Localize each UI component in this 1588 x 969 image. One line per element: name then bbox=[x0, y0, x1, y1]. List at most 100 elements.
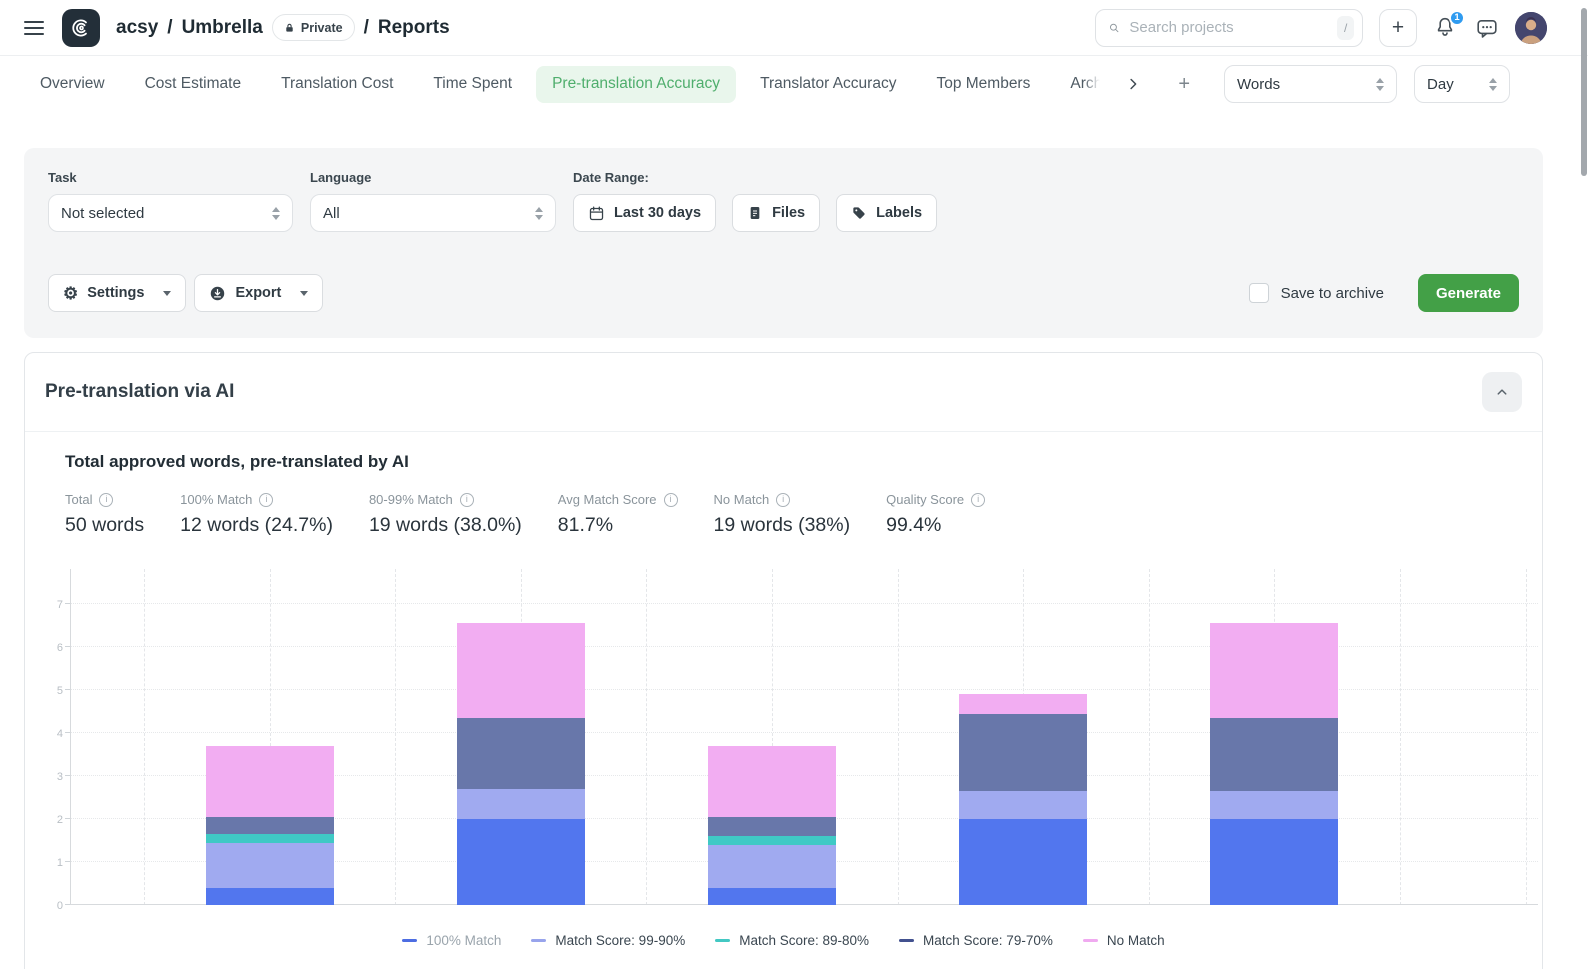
bar-segment-match-score-79-70% bbox=[457, 718, 585, 789]
save-to-archive-label: Save to archive bbox=[1281, 285, 1384, 302]
vertical-scrollbar-thumb[interactable] bbox=[1581, 8, 1587, 176]
tabs-list: Overview Cost Estimate Translation Cost Tim… bbox=[40, 66, 1100, 103]
labels-filter-button[interactable]: Labels bbox=[836, 194, 937, 232]
calendar-icon bbox=[588, 205, 605, 222]
privacy-badge: Private bbox=[272, 14, 355, 41]
bar-segment-match-score-79-70% bbox=[959, 714, 1087, 791]
settings-button[interactable]: ⚙ Settings bbox=[48, 274, 186, 312]
tab-cost-estimate[interactable]: Cost Estimate bbox=[145, 66, 241, 103]
download-icon bbox=[209, 285, 226, 302]
bar-segment-match-score-99-90% bbox=[708, 845, 836, 888]
tab-arch[interactable]: Arch bbox=[1070, 66, 1100, 103]
date-range-value: Last 30 days bbox=[614, 205, 701, 221]
legend-item-no-match[interactable]: No Match bbox=[1083, 933, 1165, 948]
collapse-section-button[interactable] bbox=[1482, 372, 1522, 412]
legend-label: No Match bbox=[1107, 933, 1165, 948]
search-shortcut-key: / bbox=[1337, 16, 1354, 40]
y-axis-tick-label: 5 bbox=[33, 685, 63, 697]
tab-time-spent[interactable]: Time Spent bbox=[433, 66, 512, 103]
feedback-button[interactable] bbox=[1475, 16, 1499, 40]
app-logo[interactable] bbox=[62, 9, 100, 47]
stat-value: 99.4% bbox=[886, 514, 985, 537]
generate-button[interactable]: Generate bbox=[1418, 274, 1519, 312]
date-range-button[interactable]: Last 30 days bbox=[573, 194, 716, 232]
legend-item-match-score-89-80%[interactable]: Match Score: 89-80% bbox=[715, 933, 869, 948]
bar-3[interactable] bbox=[708, 746, 836, 905]
stat-label-text: 100% Match bbox=[180, 492, 252, 507]
breadcrumb-project[interactable]: Umbrella bbox=[182, 17, 263, 39]
create-project-button[interactable]: + bbox=[1379, 9, 1417, 47]
section-title: Pre-translation via AI bbox=[45, 381, 234, 403]
task-select[interactable]: Not selected bbox=[48, 194, 293, 232]
bar-segment-match-score-99-90% bbox=[206, 843, 334, 888]
unit-select-value: Words bbox=[1237, 76, 1280, 93]
language-select-value: All bbox=[323, 205, 340, 222]
legend-item-match-score-99-90%[interactable]: Match Score: 99-90% bbox=[531, 933, 685, 948]
files-button-label: Files bbox=[772, 205, 805, 221]
stat-label: 100% Match i bbox=[180, 492, 333, 507]
vertical-gridline bbox=[395, 569, 396, 905]
legend-label: Match Score: 79-70% bbox=[923, 933, 1053, 948]
y-axis-tick-label: 2 bbox=[33, 814, 63, 826]
tab-top-members[interactable]: Top Members bbox=[936, 66, 1030, 103]
stat-label-text: Total bbox=[65, 492, 92, 507]
select-arrows-icon bbox=[272, 207, 280, 220]
top-bar-actions: / + 1 bbox=[1095, 9, 1547, 47]
bar-segment-no-match bbox=[1210, 623, 1338, 718]
legend-label: 100% Match bbox=[426, 933, 501, 948]
unit-select[interactable]: Words bbox=[1224, 65, 1397, 103]
add-report-tab-button[interactable]: + bbox=[1178, 73, 1190, 96]
gear-icon: ⚙ bbox=[63, 285, 78, 302]
legend-item-match-score-79-70%[interactable]: Match Score: 79-70% bbox=[899, 933, 1053, 948]
stat-label-text: No Match bbox=[714, 492, 770, 507]
bar-5[interactable] bbox=[1210, 623, 1338, 905]
privacy-badge-label: Private bbox=[301, 21, 343, 35]
bar-4[interactable] bbox=[959, 694, 1087, 905]
tab-pre-translation-accuracy[interactable]: Pre-translation Accuracy bbox=[536, 66, 736, 103]
notifications-button[interactable]: 1 bbox=[1433, 15, 1459, 41]
stat-no-match: No Matchi19 words (38%) bbox=[714, 492, 851, 537]
y-axis-tick-label: 0 bbox=[33, 900, 63, 912]
bar-segment-100%-match bbox=[1210, 819, 1338, 905]
bar-segment-match-score-99-90% bbox=[1210, 791, 1338, 819]
hamburger-menu-icon[interactable] bbox=[24, 21, 44, 35]
y-axis-tick-label: 1 bbox=[33, 857, 63, 869]
tab-translation-cost[interactable]: Translation Cost bbox=[281, 66, 393, 103]
logo-icon bbox=[69, 16, 93, 40]
breadcrumb: acsy / Umbrella Private / Reports bbox=[116, 14, 450, 41]
vertical-gridline bbox=[646, 569, 647, 905]
tab-translator-accuracy[interactable]: Translator Accuracy bbox=[760, 66, 896, 103]
export-button[interactable]: Export bbox=[194, 274, 323, 312]
legend-item-100%-match[interactable]: 100% Match bbox=[402, 933, 501, 948]
stat-100%-match: 100% Match i 12 words (24.7%) bbox=[180, 492, 333, 537]
y-axis-tick-label: 7 bbox=[33, 599, 63, 611]
legend-swatch bbox=[899, 939, 914, 943]
y-axis-line bbox=[70, 569, 71, 905]
breadcrumb-org[interactable]: acsy bbox=[116, 17, 158, 39]
info-icon: i bbox=[776, 493, 790, 507]
breadcrumb-separator: / bbox=[167, 17, 172, 39]
tabs-scroll-right-button[interactable] bbox=[1120, 71, 1146, 97]
vertical-gridline bbox=[1526, 569, 1527, 905]
language-select[interactable]: All bbox=[310, 194, 556, 232]
report-section-header: Pre-translation via AI bbox=[25, 353, 1542, 432]
search-box[interactable]: / bbox=[1095, 9, 1363, 47]
tab-overview[interactable]: Overview bbox=[40, 66, 105, 103]
stat-label-text: 80-99% Match bbox=[369, 492, 453, 507]
bar-segment-match-score-99-90% bbox=[959, 791, 1087, 819]
stat-value: 12 words (24.7%) bbox=[180, 514, 333, 537]
bar-2[interactable] bbox=[457, 623, 585, 905]
search-input[interactable] bbox=[1129, 19, 1328, 36]
task-select-value: Not selected bbox=[61, 205, 144, 222]
period-select[interactable]: Day bbox=[1414, 65, 1510, 103]
settings-button-label: Settings bbox=[87, 285, 144, 301]
info-icon: i bbox=[259, 493, 273, 507]
select-arrows-icon bbox=[1376, 78, 1384, 91]
bar-1[interactable] bbox=[206, 746, 334, 905]
save-to-archive-checkbox[interactable] bbox=[1249, 283, 1269, 303]
info-icon: i bbox=[99, 493, 113, 507]
user-avatar[interactable] bbox=[1515, 12, 1547, 44]
files-filter-button[interactable]: Files bbox=[732, 194, 820, 232]
bar-segment-match-score-89-80% bbox=[206, 834, 334, 843]
breadcrumb-separator: / bbox=[364, 17, 369, 39]
